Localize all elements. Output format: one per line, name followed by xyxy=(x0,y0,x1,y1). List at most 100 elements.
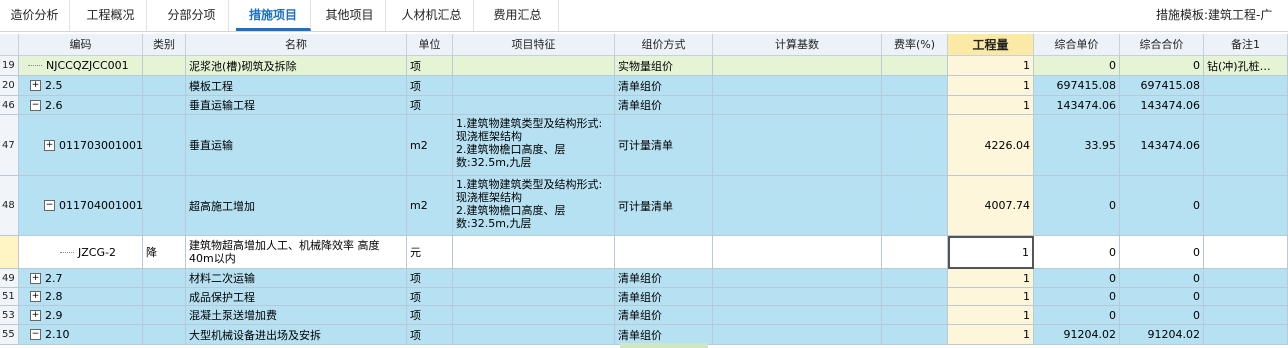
type-cell[interactable] xyxy=(143,56,186,76)
table-row[interactable]: 49 +2.7 材料二次运输项清单组价 1 0 0 xyxy=(0,269,1288,288)
tab-5[interactable]: 其他项目 xyxy=(314,0,386,31)
code-cell[interactable]: +2.7 xyxy=(19,269,143,288)
rate-cell[interactable] xyxy=(882,269,948,288)
rate-cell[interactable] xyxy=(882,288,948,306)
rownum-header[interactable] xyxy=(0,34,19,56)
feature-header[interactable]: 项目特征 xyxy=(453,34,615,56)
unit-price-cell[interactable]: 0 xyxy=(1034,56,1120,76)
tab-6[interactable]: 人材机汇总 xyxy=(390,0,474,31)
unit-cell[interactable]: 元 xyxy=(407,236,453,269)
code-cell[interactable]: JZCG-2 xyxy=(19,236,143,269)
type-cell[interactable] xyxy=(143,269,186,288)
note-cell[interactable] xyxy=(1204,306,1288,325)
name-cell[interactable]: 建筑物超高增加人工、机械降效率 高度40m以内 xyxy=(186,236,407,269)
total-price-cell[interactable]: 0 xyxy=(1120,56,1204,76)
base-cell[interactable] xyxy=(713,236,882,269)
unit-price-cell[interactable]: 91204.02 xyxy=(1034,325,1120,345)
name-cell[interactable]: 成品保护工程 xyxy=(186,288,407,306)
note-cell[interactable] xyxy=(1204,288,1288,306)
type-header[interactable]: 类别 xyxy=(143,34,186,56)
base-header[interactable]: 计算基数 xyxy=(713,34,882,56)
rate-cell[interactable] xyxy=(882,176,948,236)
rate-cell[interactable] xyxy=(882,236,948,269)
unit-cell[interactable]: 项 xyxy=(407,325,453,345)
base-cell[interactable] xyxy=(713,176,882,236)
unit-header[interactable]: 单位 xyxy=(407,34,453,56)
note-cell[interactable] xyxy=(1204,115,1288,176)
note-cell[interactable] xyxy=(1204,176,1288,236)
unit-price-cell[interactable]: 0 xyxy=(1034,306,1120,325)
name-cell[interactable]: 模板工程 xyxy=(186,76,407,96)
name-cell[interactable]: 超高施工增加 xyxy=(186,176,407,236)
code-cell[interactable]: +2.5 xyxy=(19,76,143,96)
table-row[interactable]: 48−011704001001 超高施工增加 m2 1.建筑物建筑类型及结构形式:现浇… xyxy=(0,176,1288,236)
quantity-cell[interactable]: 1 xyxy=(948,306,1034,325)
method-cell[interactable]: 清单组价 xyxy=(615,325,713,345)
unit-cell[interactable]: 项 xyxy=(407,56,453,76)
code-cell[interactable]: −011704001001 xyxy=(19,176,143,236)
method-cell[interactable]: 清单组价 xyxy=(615,96,713,115)
unit-price-cell[interactable]: 697415.08 xyxy=(1034,76,1120,96)
feature-cell[interactable] xyxy=(453,325,615,345)
name-cell[interactable]: 垂直运输 xyxy=(186,115,407,176)
expand-icon[interactable]: + xyxy=(30,309,41,321)
note-cell[interactable]: 钻(冲)孔桩… xyxy=(1204,56,1288,76)
quantity-cell[interactable]: 1 xyxy=(948,236,1034,269)
base-cell[interactable] xyxy=(713,325,882,345)
feature-cell[interactable] xyxy=(453,236,615,269)
table-row[interactable]: JZCG-2 降建筑物超高增加人工、机械降效率 高度40m以内元 1 0 0 xyxy=(0,236,1288,269)
code-cell[interactable]: −2.6 xyxy=(19,96,143,115)
type-cell[interactable] xyxy=(143,96,186,115)
feature-cell[interactable] xyxy=(453,288,615,306)
feature-cell[interactable] xyxy=(453,56,615,76)
collapse-icon[interactable]: − xyxy=(30,99,41,111)
note-cell[interactable] xyxy=(1204,96,1288,115)
code-cell[interactable]: NJCCQZJCC001 xyxy=(19,56,143,76)
expand-icon[interactable]: + xyxy=(30,272,41,284)
method-cell[interactable]: 清单组价 xyxy=(615,269,713,288)
base-cell[interactable] xyxy=(713,115,882,176)
total-price-cell[interactable]: 0 xyxy=(1120,236,1204,269)
method-cell[interactable]: 清单组价 xyxy=(615,76,713,96)
method-cell[interactable]: 可计量清单 xyxy=(615,115,713,176)
total-price-cell[interactable]: 143474.06 xyxy=(1120,96,1204,115)
name-cell[interactable]: 大型机械设备进出场及安拆 xyxy=(186,325,407,345)
total-price-cell[interactable]: 0 xyxy=(1120,269,1204,288)
feature-cell[interactable] xyxy=(453,76,615,96)
unit-cell[interactable]: m2 xyxy=(407,176,453,236)
rate-cell[interactable] xyxy=(882,306,948,325)
tab-2[interactable]: 工程概况 xyxy=(75,0,147,31)
total-price-cell[interactable]: 0 xyxy=(1120,176,1204,236)
rate-cell[interactable] xyxy=(882,56,948,76)
unit-cell[interactable]: 项 xyxy=(407,96,453,115)
total-price-cell[interactable]: 91204.02 xyxy=(1120,325,1204,345)
feature-cell[interactable]: 1.建筑物建筑类型及结构形式:现浇框架结构 2.建筑物檐口高度、层数:32.5m… xyxy=(453,115,615,176)
note-cell[interactable] xyxy=(1204,236,1288,269)
total-price-cell[interactable]: 0 xyxy=(1120,306,1204,325)
tab-7[interactable]: 费用汇总 xyxy=(477,0,559,31)
name-cell[interactable]: 泥浆池(槽)砌筑及拆除 xyxy=(186,56,407,76)
code-cell[interactable]: +2.9 xyxy=(19,306,143,325)
quantity-cell[interactable]: 1 xyxy=(948,96,1034,115)
table-row[interactable]: 20 +2.5 模板工程项清单组价 1 697415.08 697415.08 xyxy=(0,76,1288,96)
table-row[interactable]: 46−2.6 垂直运输工程项清单组价 1 143474.06 143474.06 xyxy=(0,96,1288,115)
method-header[interactable]: 组价方式 xyxy=(615,34,713,56)
table-row[interactable]: 47 +011703001001 垂直运输 m2 1.建筑物建筑类型及结构形式:现浇框架… xyxy=(0,115,1288,176)
method-cell[interactable]: 清单组价 xyxy=(615,288,713,306)
type-cell[interactable] xyxy=(143,176,186,236)
expand-icon[interactable]: + xyxy=(30,291,41,302)
base-cell[interactable] xyxy=(713,76,882,96)
code-cell[interactable]: −2.10 xyxy=(19,325,143,345)
code-cell[interactable]: +011703001001 xyxy=(19,115,143,176)
unit-cell[interactable]: 项 xyxy=(407,288,453,306)
feature-cell[interactable] xyxy=(453,269,615,288)
unit-price-cell[interactable]: 0 xyxy=(1034,236,1120,269)
type-cell[interactable] xyxy=(143,325,186,345)
table-row[interactable]: 55−2.10 大型机械设备进出场及安拆项清单组价 1 91204.02 91204.0… xyxy=(0,325,1288,345)
unit-price-cell[interactable]: 0 xyxy=(1034,269,1120,288)
rate-cell[interactable] xyxy=(882,325,948,345)
unit-price-header[interactable]: 综合单价 xyxy=(1034,34,1120,56)
note-cell[interactable] xyxy=(1204,325,1288,345)
method-cell[interactable]: 实物量组价 xyxy=(615,56,713,76)
type-cell[interactable] xyxy=(143,288,186,306)
